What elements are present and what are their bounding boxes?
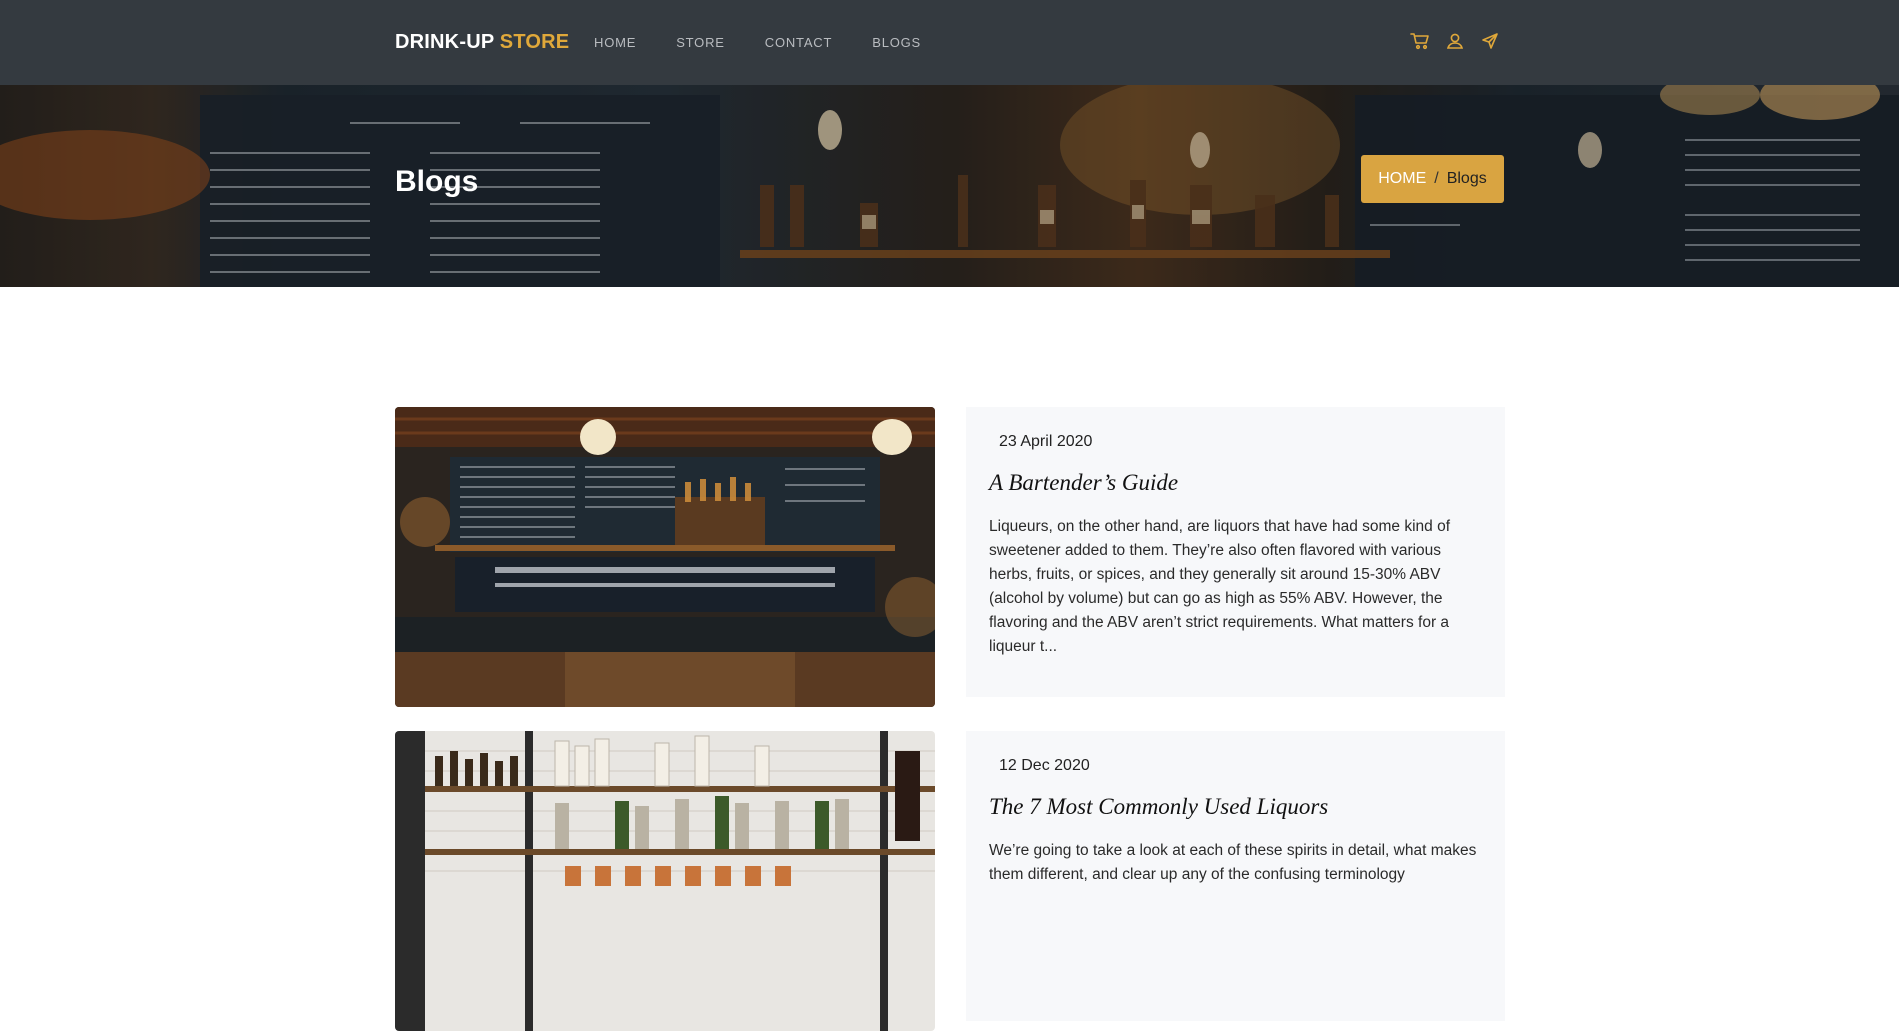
brand-name-accent: STORE	[499, 31, 570, 53]
top-navbar: DRINK-UP STORE HOME STORE CONTACT BLOGS	[0, 0, 1899, 85]
post-excerpt: We’re going to take a look at each of th…	[989, 842, 1477, 883]
brand-name-main: DRINK-UP	[395, 31, 495, 53]
user-icon[interactable]	[1445, 31, 1465, 51]
breadcrumb-current: Blogs	[1446, 170, 1487, 187]
breadcrumb-separator: /	[1434, 170, 1439, 187]
nav-item-store[interactable]: STORE	[676, 35, 725, 50]
send-icon[interactable]	[1480, 31, 1500, 51]
page-title: Blogs	[395, 165, 479, 198]
post-title[interactable]: A Bartender’s Guide	[989, 470, 1178, 496]
nav-item-home[interactable]: HOME	[594, 35, 636, 50]
nav-item-blogs[interactable]: BLOGS	[872, 35, 921, 50]
post-date: 12 Dec 2020	[999, 757, 1090, 774]
blog-post-card: 23 April 2020 A Bartender’s Guide Liqueu…	[966, 407, 1505, 697]
main-nav: HOME STORE CONTACT BLOGS	[594, 35, 961, 50]
nav-item-contact[interactable]: CONTACT	[765, 35, 832, 50]
cart-icon[interactable]	[1410, 31, 1430, 51]
brand-logo[interactable]: DRINK-UP STORE	[395, 31, 569, 54]
breadcrumb: HOME / Blogs	[1361, 155, 1504, 203]
blog-post-card: 12 Dec 2020 The 7 Most Commonly Used Liq…	[966, 731, 1505, 1021]
breadcrumb-home[interactable]: HOME	[1378, 170, 1426, 188]
hero-banner: Blogs HOME / Blogs	[0, 85, 1899, 287]
post-excerpt: Liqueurs, on the other hand, are liquors…	[989, 518, 1450, 655]
hero-background-image	[0, 85, 1899, 287]
post-date: 23 April 2020	[999, 433, 1093, 450]
blog-post-image[interactable]	[395, 731, 935, 1031]
blog-post-image[interactable]	[395, 407, 935, 707]
header-icons	[1410, 31, 1500, 51]
post-title[interactable]: The 7 Most Commonly Used Liquors	[989, 794, 1328, 820]
